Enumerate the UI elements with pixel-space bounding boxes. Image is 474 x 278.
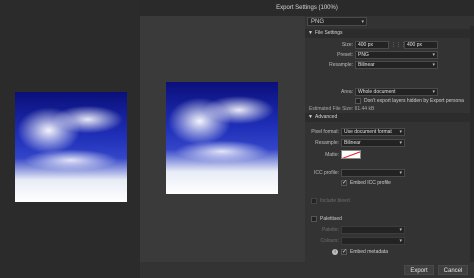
include-bleed-checkbox[interactable] (311, 198, 317, 204)
embed-icc-checkbox[interactable] (341, 179, 347, 186)
file-settings-title: File Settings (315, 30, 343, 36)
document-image (15, 92, 127, 202)
height-input[interactable]: 400 px (404, 41, 438, 49)
format-dropdown[interactable]: PNG (307, 17, 367, 27)
settings-scrollbar[interactable] (470, 26, 474, 262)
export-button[interactable]: Export (404, 265, 434, 275)
palettised-label: Palettised (320, 216, 342, 222)
info-icon[interactable]: i (332, 249, 338, 255)
dialog-title: Export Settings (100%) (140, 0, 474, 16)
colours-dropdown[interactable] (341, 237, 405, 245)
estimated-file-size: Estimated File Size: 61.44 kB (309, 106, 375, 112)
file-settings-header[interactable]: ▼ File Settings (305, 29, 474, 38)
area-dropdown[interactable]: Whole document (355, 88, 438, 96)
dont-export-hidden-checkbox[interactable] (355, 98, 361, 104)
width-input[interactable]: 400 px (355, 41, 389, 49)
export-preview (140, 16, 305, 262)
embed-metadata-checkbox[interactable] (341, 248, 347, 255)
resample-label: Resample: (329, 62, 353, 68)
adv-resample-dropdown[interactable]: Bilinear (341, 139, 405, 147)
preview-image (166, 82, 278, 194)
palette-label: Palette: (322, 227, 339, 233)
collapse-arrow-icon: ▼ (308, 30, 313, 36)
cancel-button[interactable]: Cancel (438, 265, 468, 275)
adv-resample-label: Resample: (315, 140, 339, 146)
matte-swatch[interactable] (341, 150, 361, 159)
collapse-arrow-icon: ▼ (308, 114, 313, 120)
resample-dropdown[interactable]: Bilinear (355, 61, 438, 69)
link-dimensions-icon[interactable]: ⋮⋮⋮ (391, 42, 406, 48)
pixel-format-dropdown[interactable]: Use document format (341, 128, 405, 136)
preset-dropdown[interactable]: PNG (355, 51, 438, 59)
advanced-title: Advanced (315, 114, 338, 120)
include-bleed-label: Include bleed (320, 198, 350, 204)
preset-label: Preset: (337, 52, 353, 58)
advanced-header[interactable]: ▼ Advanced (305, 113, 474, 122)
settings-panel: PNG ▼ File Settings Size: 400 px ⋮⋮⋮ 400… (305, 16, 474, 262)
pixel-format-label: Pixel format: (311, 129, 339, 135)
embed-icc-label: Embed ICC profile (350, 180, 391, 186)
embed-metadata-label: Embed metadata (350, 249, 389, 255)
dont-export-hidden-label: Don't export layers hidden by Export per… (364, 98, 464, 104)
icc-profile-label: ICC profile: (313, 170, 339, 176)
area-label: Area: (341, 89, 353, 95)
document-canvas (0, 0, 140, 278)
palette-dropdown[interactable] (341, 226, 405, 234)
colours-label: Colours: (320, 238, 339, 244)
export-settings-dialog: Export Settings (100%) PNG ▼ File Settin… (140, 0, 474, 278)
dialog-footer: Export Cancel (140, 262, 474, 278)
size-label: Size: (341, 42, 353, 48)
palettised-checkbox[interactable] (311, 216, 317, 222)
matte-label: Matte: (325, 152, 339, 158)
icc-profile-dropdown[interactable] (341, 169, 405, 177)
